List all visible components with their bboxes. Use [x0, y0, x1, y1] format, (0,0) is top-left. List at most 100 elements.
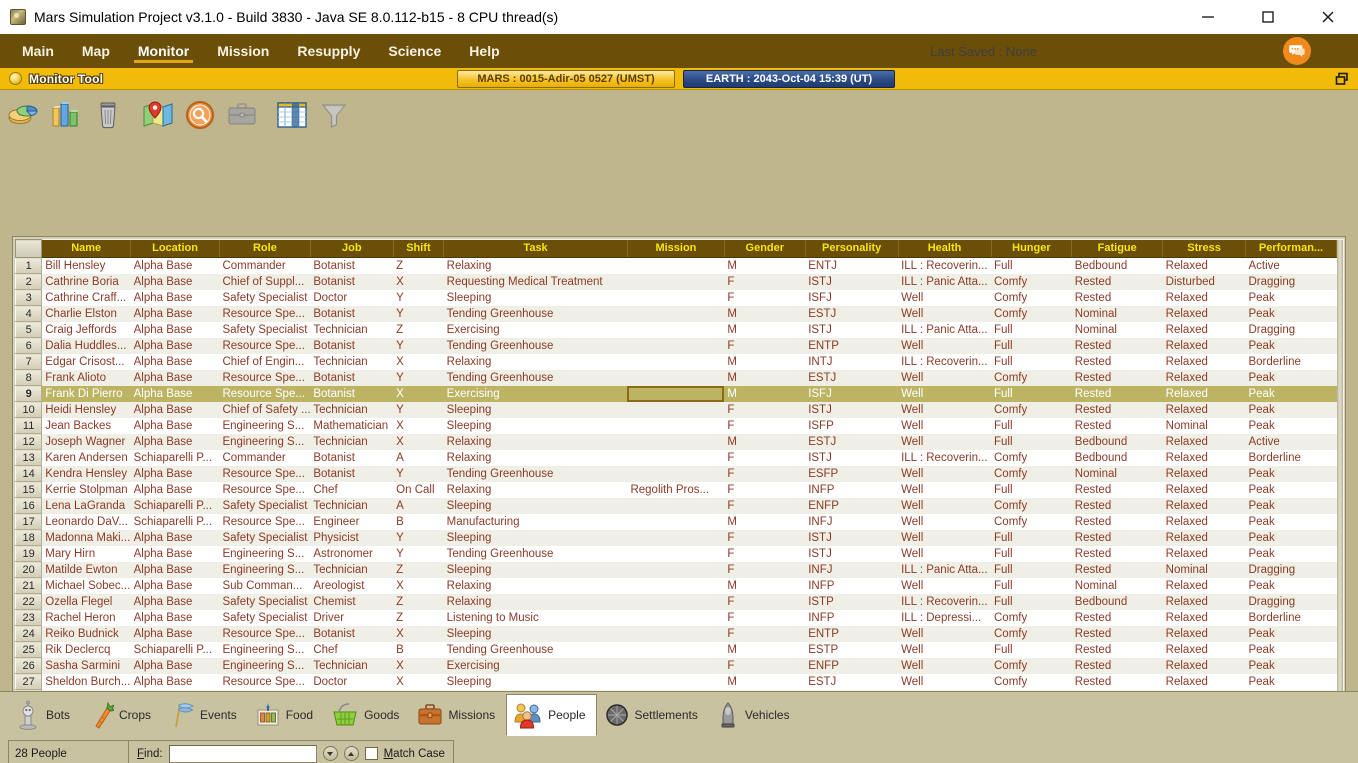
table-row[interactable]: 26 Sasha Sarmini Alpha Base Engineering S..… — [15, 657, 1337, 674]
cell-health[interactable]: Well — [898, 289, 991, 306]
cell-location[interactable]: Alpha Base — [130, 305, 220, 322]
cell-gender[interactable]: M — [724, 433, 806, 450]
row-number[interactable]: 3 — [15, 289, 43, 306]
table-row[interactable]: 11 Jean Backes Alpha Base Engineering S... M… — [15, 417, 1337, 434]
cell-hunger[interactable]: Comfy — [991, 465, 1072, 482]
cell-health[interactable]: Well — [898, 465, 991, 482]
cell-personality[interactable]: ENFP — [805, 497, 899, 514]
cell-stress[interactable]: Relaxed — [1162, 529, 1246, 546]
cell-mission[interactable] — [627, 369, 725, 386]
cell-health[interactable]: Well — [898, 577, 991, 594]
cell-job[interactable]: Technician — [310, 657, 394, 674]
row-number[interactable]: 8 — [15, 369, 43, 386]
cell-performance[interactable]: Peak — [1245, 369, 1337, 386]
row-number[interactable]: 17 — [15, 513, 43, 530]
cell-performance[interactable]: Peak — [1245, 417, 1337, 434]
cell-stress[interactable]: Relaxed — [1162, 257, 1246, 274]
table-row[interactable]: 4 Charlie Elston Alpha Base Resource Spe...… — [15, 305, 1337, 322]
cell-personality[interactable]: ISFJ — [805, 289, 899, 306]
tab-missions[interactable]: Missions — [410, 694, 506, 736]
cell-task[interactable]: Sleeping — [443, 625, 628, 642]
cell-fatigue[interactable]: Bedbound — [1071, 257, 1163, 274]
maximize-button[interactable] — [1238, 0, 1298, 34]
restore-window-icon[interactable] — [1334, 71, 1350, 87]
cell-performance[interactable]: Peak — [1245, 401, 1337, 418]
cell-mission[interactable] — [627, 385, 725, 402]
cell-stress[interactable]: Relaxed — [1162, 465, 1246, 482]
cell-mission[interactable] — [627, 273, 725, 290]
cell-fatigue[interactable]: Rested — [1071, 673, 1163, 690]
cell-mission[interactable] — [627, 257, 725, 274]
close-button[interactable] — [1298, 0, 1358, 34]
cell-gender[interactable]: F — [724, 529, 806, 546]
cell-health[interactable]: Well — [898, 401, 991, 418]
cell-fatigue[interactable]: Rested — [1071, 289, 1163, 306]
cell-task[interactable]: Sleeping — [443, 417, 628, 434]
pie-chart-icon[interactable] — [6, 97, 42, 133]
cell-name[interactable]: Rachel Heron — [41, 609, 131, 626]
cell-mission[interactable] — [627, 561, 725, 578]
cell-role[interactable]: Resource Spe... — [219, 305, 311, 322]
cell-name[interactable]: Ozella Flegel — [41, 593, 131, 610]
cell-mission[interactable] — [627, 305, 725, 322]
cell-stress[interactable]: Relaxed — [1162, 289, 1246, 306]
cell-fatigue[interactable]: Rested — [1071, 545, 1163, 562]
cell-stress[interactable]: Nominal — [1162, 417, 1246, 434]
cell-mission[interactable] — [627, 673, 725, 690]
cell-hunger[interactable]: Full — [991, 545, 1072, 562]
cell-job[interactable]: Botanist — [310, 305, 394, 322]
cell-hunger[interactable]: Comfy — [991, 497, 1072, 514]
cell-stress[interactable]: Relaxed — [1162, 353, 1246, 370]
cell-hunger[interactable]: Full — [991, 433, 1072, 450]
cell-gender[interactable]: F — [724, 401, 806, 418]
cell-gender[interactable]: M — [724, 369, 806, 386]
cell-gender[interactable]: F — [724, 337, 806, 354]
row-number[interactable]: 22 — [15, 593, 43, 610]
cell-name[interactable]: Mary Hirn — [41, 545, 131, 562]
cell-gender[interactable]: M — [724, 385, 806, 402]
row-number[interactable]: 19 — [15, 545, 43, 562]
cell-role[interactable]: Engineering S... — [219, 545, 311, 562]
column-header-location[interactable]: Location — [130, 239, 220, 258]
cell-location[interactable]: Alpha Base — [130, 657, 220, 674]
cell-personality[interactable]: ISTP — [805, 593, 899, 610]
cell-name[interactable]: Joseph Wagner — [41, 433, 131, 450]
cell-performance[interactable]: Dragging — [1245, 321, 1337, 338]
cell-location[interactable]: Alpha Base — [130, 337, 220, 354]
cell-role[interactable]: Safety Specialist — [219, 593, 311, 610]
cell-name[interactable]: Michael Sobec... — [41, 577, 131, 594]
cell-performance[interactable]: Peak — [1245, 673, 1337, 690]
cell-stress[interactable]: Nominal — [1162, 561, 1246, 578]
table-row[interactable]: 23 Rachel Heron Alpha Base Safety Specialis… — [15, 609, 1337, 626]
cell-job[interactable]: Engineer — [310, 513, 394, 530]
cell-task[interactable]: Relaxing — [443, 481, 628, 498]
row-number[interactable]: 20 — [15, 561, 43, 578]
cell-job[interactable]: Doctor — [310, 289, 394, 306]
cell-task[interactable]: Exercising — [443, 321, 628, 338]
table-row[interactable]: 8 Frank Alioto Alpha Base Resource Spe... Bo… — [15, 369, 1337, 386]
cell-stress[interactable]: Relaxed — [1162, 609, 1246, 626]
cell-shift[interactable]: X — [393, 417, 444, 434]
cell-performance[interactable]: Dragging — [1245, 593, 1337, 610]
cell-performance[interactable]: Peak — [1245, 305, 1337, 322]
cell-location[interactable]: Alpha Base — [130, 673, 220, 690]
cell-location[interactable]: Schiaparelli P... — [130, 513, 220, 530]
cell-location[interactable]: Alpha Base — [130, 433, 220, 450]
menu-item-science[interactable]: Science — [374, 34, 455, 68]
cell-job[interactable]: Technician — [310, 561, 394, 578]
cell-shift[interactable]: Y — [393, 529, 444, 546]
cell-task[interactable]: Exercising — [443, 657, 628, 674]
cell-mission[interactable] — [627, 593, 725, 610]
cell-task[interactable]: Sleeping — [443, 497, 628, 514]
cell-shift[interactable]: X — [393, 353, 444, 370]
cell-mission[interactable] — [627, 289, 725, 306]
cell-health[interactable]: Well — [898, 657, 991, 674]
column-header-personality[interactable]: Personality — [805, 239, 899, 258]
cell-performance[interactable]: Peak — [1245, 513, 1337, 530]
cell-gender[interactable]: F — [724, 657, 806, 674]
cell-job[interactable]: Technician — [310, 497, 394, 514]
cell-personality[interactable]: ISTJ — [805, 321, 899, 338]
match-case-checkbox[interactable] — [364, 747, 378, 760]
cell-hunger[interactable]: Full — [991, 257, 1072, 274]
cell-role[interactable]: Commander — [219, 449, 311, 466]
